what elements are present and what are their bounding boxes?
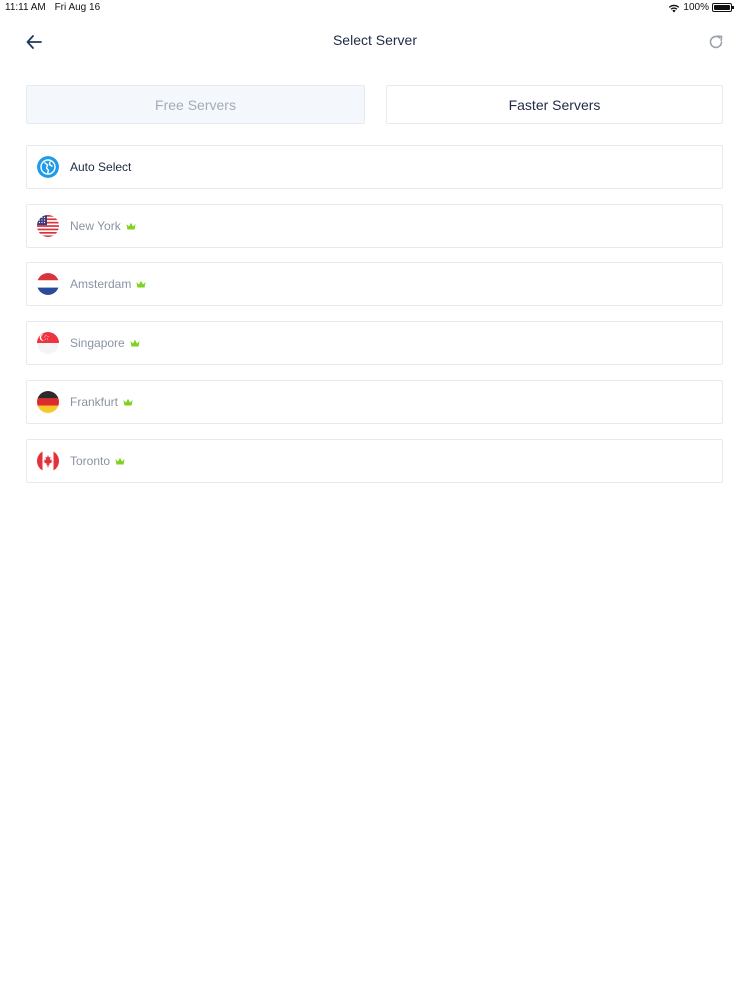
crown-icon [136, 280, 146, 288]
tab-faster-servers[interactable]: Faster Servers [386, 85, 723, 124]
server-item-frankfurt[interactable]: Frankfurt [26, 380, 723, 424]
server-item-toronto[interactable]: Toronto [26, 439, 723, 483]
crown-icon [123, 398, 133, 406]
header: Select Server [0, 22, 750, 60]
status-right: 100% [668, 2, 734, 13]
server-name: Amsterdam [70, 277, 132, 291]
server-item-auto-select[interactable]: Auto Select [26, 145, 723, 189]
ca-flag-icon [37, 450, 59, 472]
refresh-icon [709, 35, 723, 49]
server-item-new-york[interactable]: New York [26, 204, 723, 248]
server-name: New York [70, 219, 121, 233]
server-item-amsterdam[interactable]: Amsterdam [26, 262, 723, 306]
crown-icon [115, 457, 125, 465]
server-name: Auto Select [70, 160, 132, 174]
refresh-button[interactable] [704, 30, 728, 54]
tab-free-servers[interactable]: Free Servers [26, 85, 365, 124]
server-name: Singapore [70, 336, 125, 350]
status-date: Fri Aug 16 [54, 2, 101, 13]
us-flag-icon [37, 215, 59, 237]
crown-icon [130, 339, 140, 347]
server-name: Toronto [70, 454, 111, 468]
status-left: 11:11 AM Fri Aug 16 [5, 2, 106, 13]
server-list: Auto Select New York Amsterdam Singapore… [26, 145, 723, 498]
server-name: Frankfurt [70, 395, 119, 409]
status-bar: 11:11 AM Fri Aug 16 100% [0, 0, 750, 16]
battery-percent: 100% [683, 2, 709, 13]
server-tabs: Free Servers Faster Servers [26, 85, 723, 124]
nl-flag-icon [37, 273, 59, 295]
de-flag-icon [37, 391, 59, 413]
wifi-icon [669, 4, 680, 12]
battery-icon [712, 3, 734, 12]
page-title: Select Server [332, 32, 418, 48]
sg-flag-icon [37, 332, 59, 354]
crown-icon [126, 222, 136, 230]
status-time: 11:11 AM [5, 2, 46, 13]
auto-select-icon [37, 156, 59, 178]
server-item-singapore[interactable]: Singapore [26, 321, 723, 365]
